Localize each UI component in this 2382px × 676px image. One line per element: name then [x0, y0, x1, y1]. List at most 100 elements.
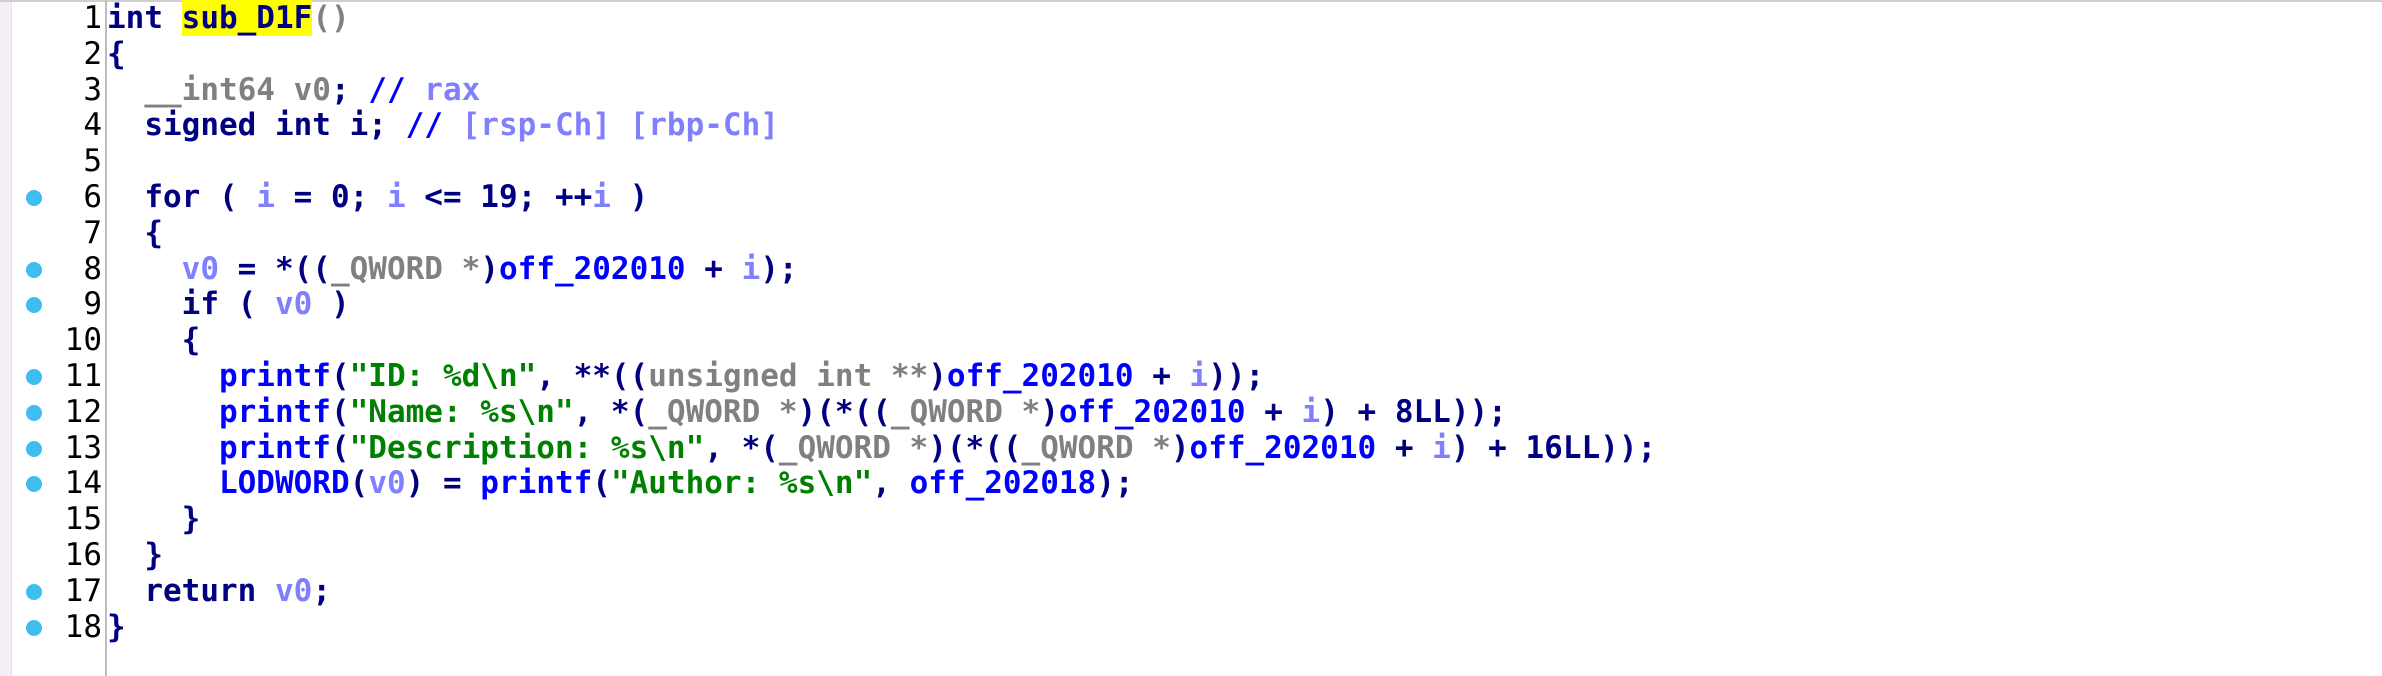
code-token: + [685, 250, 742, 287]
code-token: if ( [107, 286, 275, 323]
line-number: 4 [83, 107, 102, 144]
code-token: } [107, 501, 201, 538]
code-line[interactable]: 7 { [0, 215, 2382, 251]
line-number: 2 [83, 35, 102, 72]
code-token: "Name: %s\n" [349, 393, 574, 430]
line-number: 9 [83, 286, 102, 323]
code-text[interactable]: { [107, 36, 126, 72]
code-token: { [107, 35, 126, 72]
code-text[interactable]: { [107, 322, 201, 358]
code-text[interactable]: __int64 v0; // rax [107, 72, 480, 108]
code-line[interactable]: 16 } [0, 537, 2382, 573]
code-token: + [1376, 429, 1433, 466]
code-line[interactable]: 14 LODWORD(v0) = printf("Author: %s\n", … [0, 465, 2382, 501]
code-token: i [741, 250, 761, 287]
code-token: ) + 8LL)); [1320, 393, 1507, 430]
code-token: ); [1096, 465, 1134, 502]
code-token: __int64 v0 [107, 71, 331, 108]
line-number: 1 [83, 0, 102, 36]
code-token: )(*(( [928, 429, 1022, 466]
code-token: int [107, 0, 182, 36]
breakpoint-marker-icon[interactable] [26, 190, 42, 206]
code-token: i [1432, 429, 1451, 466]
line-number: 10 [64, 322, 102, 359]
code-line[interactable]: 9 if ( v0 ) [0, 286, 2382, 322]
code-token: _QWORD * [890, 393, 1041, 430]
code-line[interactable]: 6 for ( i = 0; i <= 19; ++i ) [0, 179, 2382, 215]
code-text[interactable]: return v0; [107, 573, 331, 609]
code-token: LODWORD [107, 465, 350, 502]
code-token: ) = [405, 465, 481, 502]
code-token: "ID: %d\n" [349, 358, 537, 394]
code-token: + [1245, 393, 1302, 430]
code-line[interactable]: 15 } [0, 501, 2382, 537]
code-token: )); [1208, 358, 1265, 394]
code-token: off_202010 [946, 358, 1134, 394]
code-token: ); [760, 250, 798, 287]
code-text[interactable]: LODWORD(v0) = printf("Author: %s\n", off… [107, 465, 1134, 501]
code-line[interactable]: 12 printf("Name: %s\n", *(_QWORD *)(*((_… [0, 394, 2382, 430]
code-token: ( [330, 393, 350, 430]
line-number: 17 [64, 572, 102, 609]
code-line[interactable]: 17 return v0; [0, 573, 2382, 609]
code-token: ) [928, 358, 947, 394]
code-token: off_202010 [1058, 393, 1246, 430]
code-token: [rsp-Ch] [rbp-Ch] [461, 107, 779, 144]
breakpoint-marker-icon[interactable] [26, 440, 42, 457]
code-text[interactable]: { [107, 215, 163, 251]
breakpoint-marker-icon[interactable] [26, 476, 42, 493]
breakpoint-marker-icon[interactable] [26, 297, 42, 314]
breakpoint-marker-icon[interactable] [26, 261, 42, 278]
code-token: return [107, 572, 275, 609]
code-token: = 0; [274, 179, 387, 215]
code-token: ( [592, 465, 611, 502]
line-number: 16 [64, 537, 102, 573]
code-token: ) [312, 286, 350, 323]
code-token: v0 [274, 286, 313, 323]
line-number: 3 [83, 71, 102, 108]
code-text[interactable]: printf("Description: %s\n", *(_QWORD *)(… [107, 430, 1656, 466]
code-text[interactable]: if ( v0 ) [107, 286, 350, 322]
code-token: ( [349, 465, 369, 502]
code-token: signed int i; [107, 107, 406, 144]
code-token: i [256, 179, 275, 215]
code-text[interactable]: for ( i = 0; i <= 19; ++i ) [107, 179, 648, 215]
code-line[interactable]: 1 int sub_D1F() [0, 0, 2382, 36]
code-token: ) [480, 250, 499, 287]
code-token: printf [107, 393, 331, 430]
code-text[interactable]: } [107, 609, 126, 645]
code-token: ) [1040, 393, 1059, 430]
code-token: for ( [107, 179, 257, 215]
code-line[interactable]: 13 printf("Description: %s\n", *(_QWORD … [0, 430, 2382, 466]
code-line[interactable]: 11 printf("ID: %d\n", **((unsigned int *… [0, 358, 2382, 394]
line-number: 15 [64, 501, 102, 538]
breakpoint-marker-icon[interactable] [26, 583, 42, 600]
code-line[interactable]: 4 signed int i; // [rsp-Ch] [rbp-Ch] [0, 107, 2382, 143]
code-token: i [1189, 358, 1209, 394]
code-token: )(*(( [797, 393, 891, 430]
code-text[interactable]: int sub_D1F() [107, 0, 350, 36]
code-text[interactable]: } [107, 501, 201, 538]
breakpoint-marker-icon[interactable] [26, 619, 42, 636]
code-token: { [107, 214, 163, 251]
code-text[interactable]: printf("ID: %d\n", **((unsigned int **)o… [107, 358, 1264, 394]
code-line[interactable]: 10 { [0, 322, 2382, 358]
code-line[interactable]: 8 v0 = *((_QWORD *)off_202010 + i); [0, 251, 2382, 287]
code-token: off_202010 [498, 250, 686, 287]
code-line[interactable]: 3 __int64 v0; // rax [0, 72, 2382, 108]
code-token: ) [1170, 429, 1190, 466]
code-token: ; [330, 71, 369, 108]
line-number: 8 [83, 250, 102, 287]
code-text[interactable]: v0 = *((_QWORD *)off_202010 + i); [107, 251, 798, 287]
code-line[interactable]: 18} [0, 609, 2382, 645]
code-token: , *( [573, 393, 649, 430]
code-line[interactable]: 5 [0, 143, 2382, 179]
code-line[interactable]: 2{ [0, 36, 2382, 72]
code-token: printf [107, 429, 331, 466]
code-token: _QWORD * [778, 429, 929, 466]
code-text[interactable]: printf("Name: %s\n", *(_QWORD *)(*((_QWO… [107, 394, 1507, 430]
breakpoint-marker-icon[interactable] [26, 404, 42, 421]
code-text[interactable]: signed int i; // [rsp-Ch] [rbp-Ch] [107, 107, 779, 143]
code-text[interactable]: } [107, 537, 163, 573]
breakpoint-marker-icon[interactable] [26, 369, 42, 385]
